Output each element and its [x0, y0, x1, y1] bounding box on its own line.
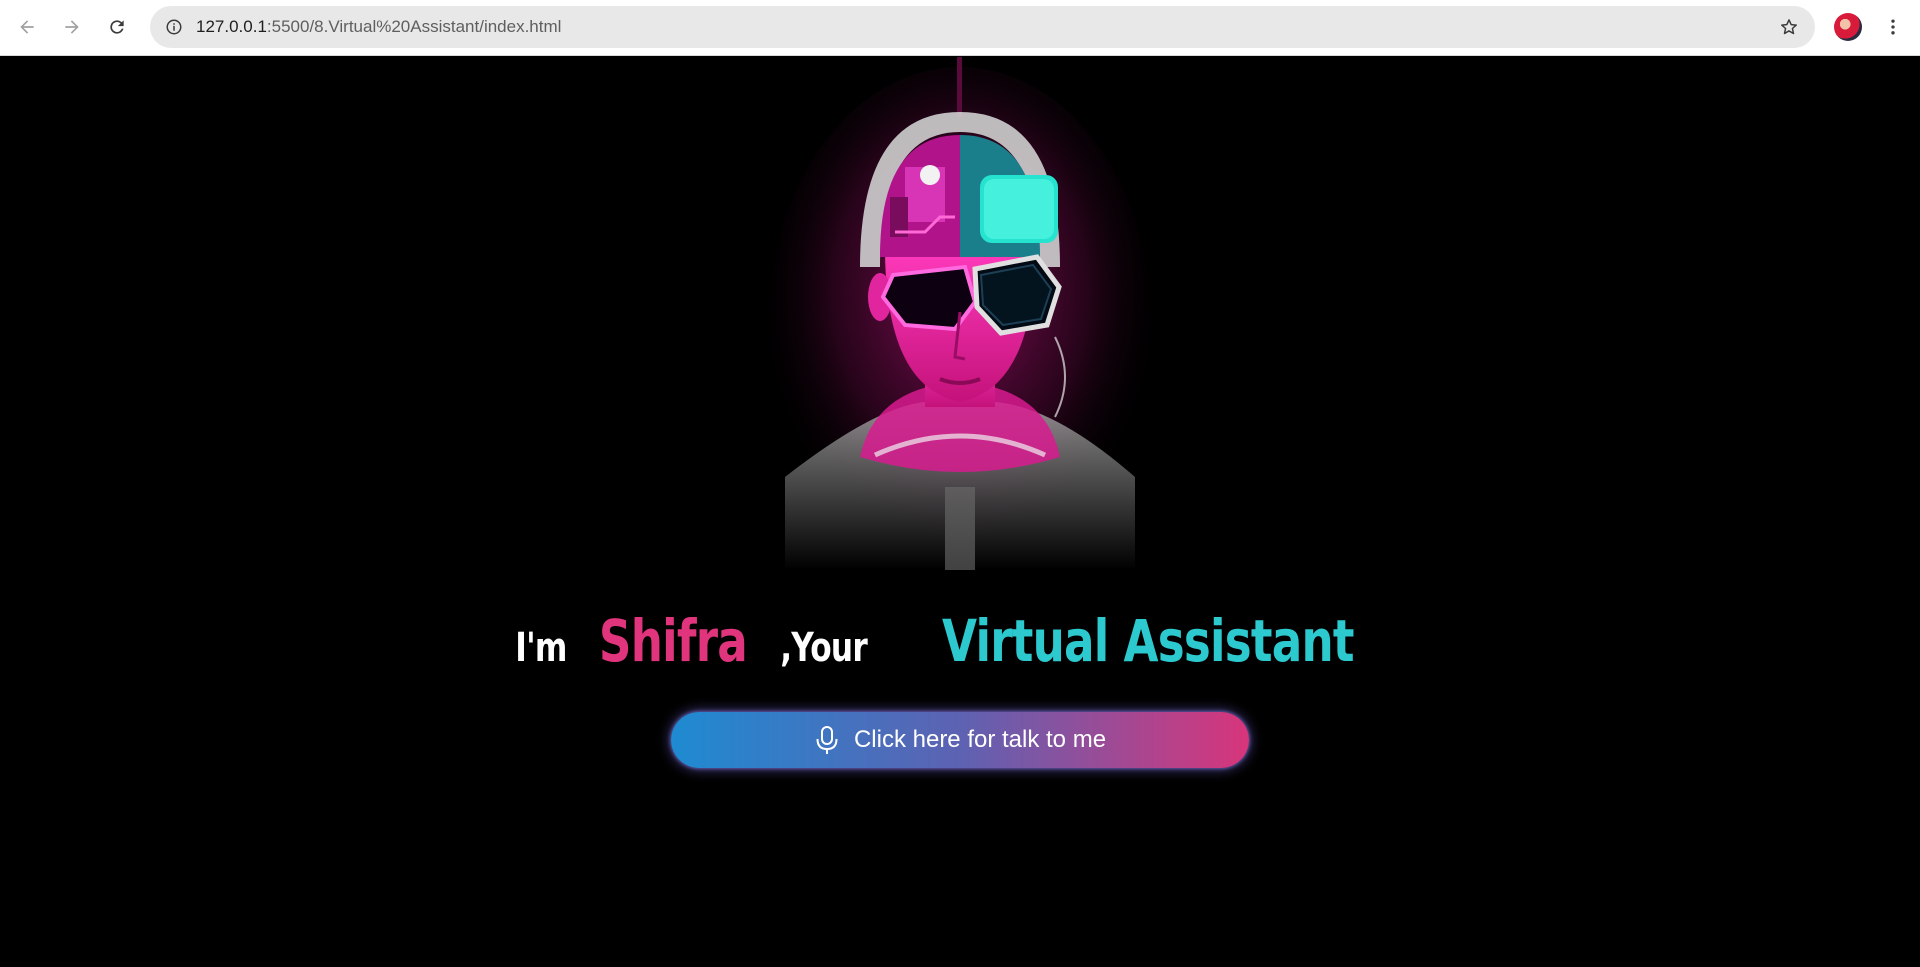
headline-middle: ,Your [780, 625, 868, 671]
page-content: I'm Shifra ,Your Virtual Assistant Click … [0, 57, 1920, 967]
url-text[interactable]: 127.0.0.1:5500/8.Virtual%20Assistant/ind… [196, 6, 561, 48]
bookmark-button[interactable] [1777, 15, 1801, 39]
more-menu-button[interactable] [1878, 12, 1908, 42]
microphone-icon [816, 726, 838, 754]
assistant-portrait [765, 57, 1155, 570]
site-info-button[interactable] [158, 11, 190, 43]
reload-button[interactable] [100, 10, 134, 44]
reload-icon [110, 20, 124, 34]
back-icon [20, 20, 34, 34]
url-host: 127.0.0.1 [196, 17, 267, 36]
profile-avatar[interactable] [1834, 13, 1862, 41]
bookmark-star-icon [1781, 19, 1797, 35]
browser-toolbar: 127.0.0.1:5500/8.Virtual%20Assistant/ind… [0, 0, 1920, 56]
headline-title: Virtual Assistant [942, 607, 1354, 675]
more-menu-icon [1891, 19, 1895, 35]
forward-button[interactable] [55, 10, 89, 44]
assistant-portrait-graphic [765, 57, 1155, 570]
talk-button-label: Click here for talk to me [853, 726, 1107, 753]
talk-button[interactable]: Click here for talk to me [671, 712, 1249, 768]
forward-icon [65, 20, 79, 34]
site-info-icon [166, 19, 182, 35]
headline: I'm Shifra ,Your Virtual Assistant [0, 607, 1920, 675]
url-path: :5500/8.Virtual%20Assistant/index.html [266, 17, 562, 36]
headline-prefix: I'm [515, 625, 567, 671]
assistant-name: Shifra [599, 607, 748, 675]
back-button[interactable] [10, 10, 44, 44]
address-bar[interactable]: 127.0.0.1:5500/8.Virtual%20Assistant/ind… [150, 6, 1815, 48]
